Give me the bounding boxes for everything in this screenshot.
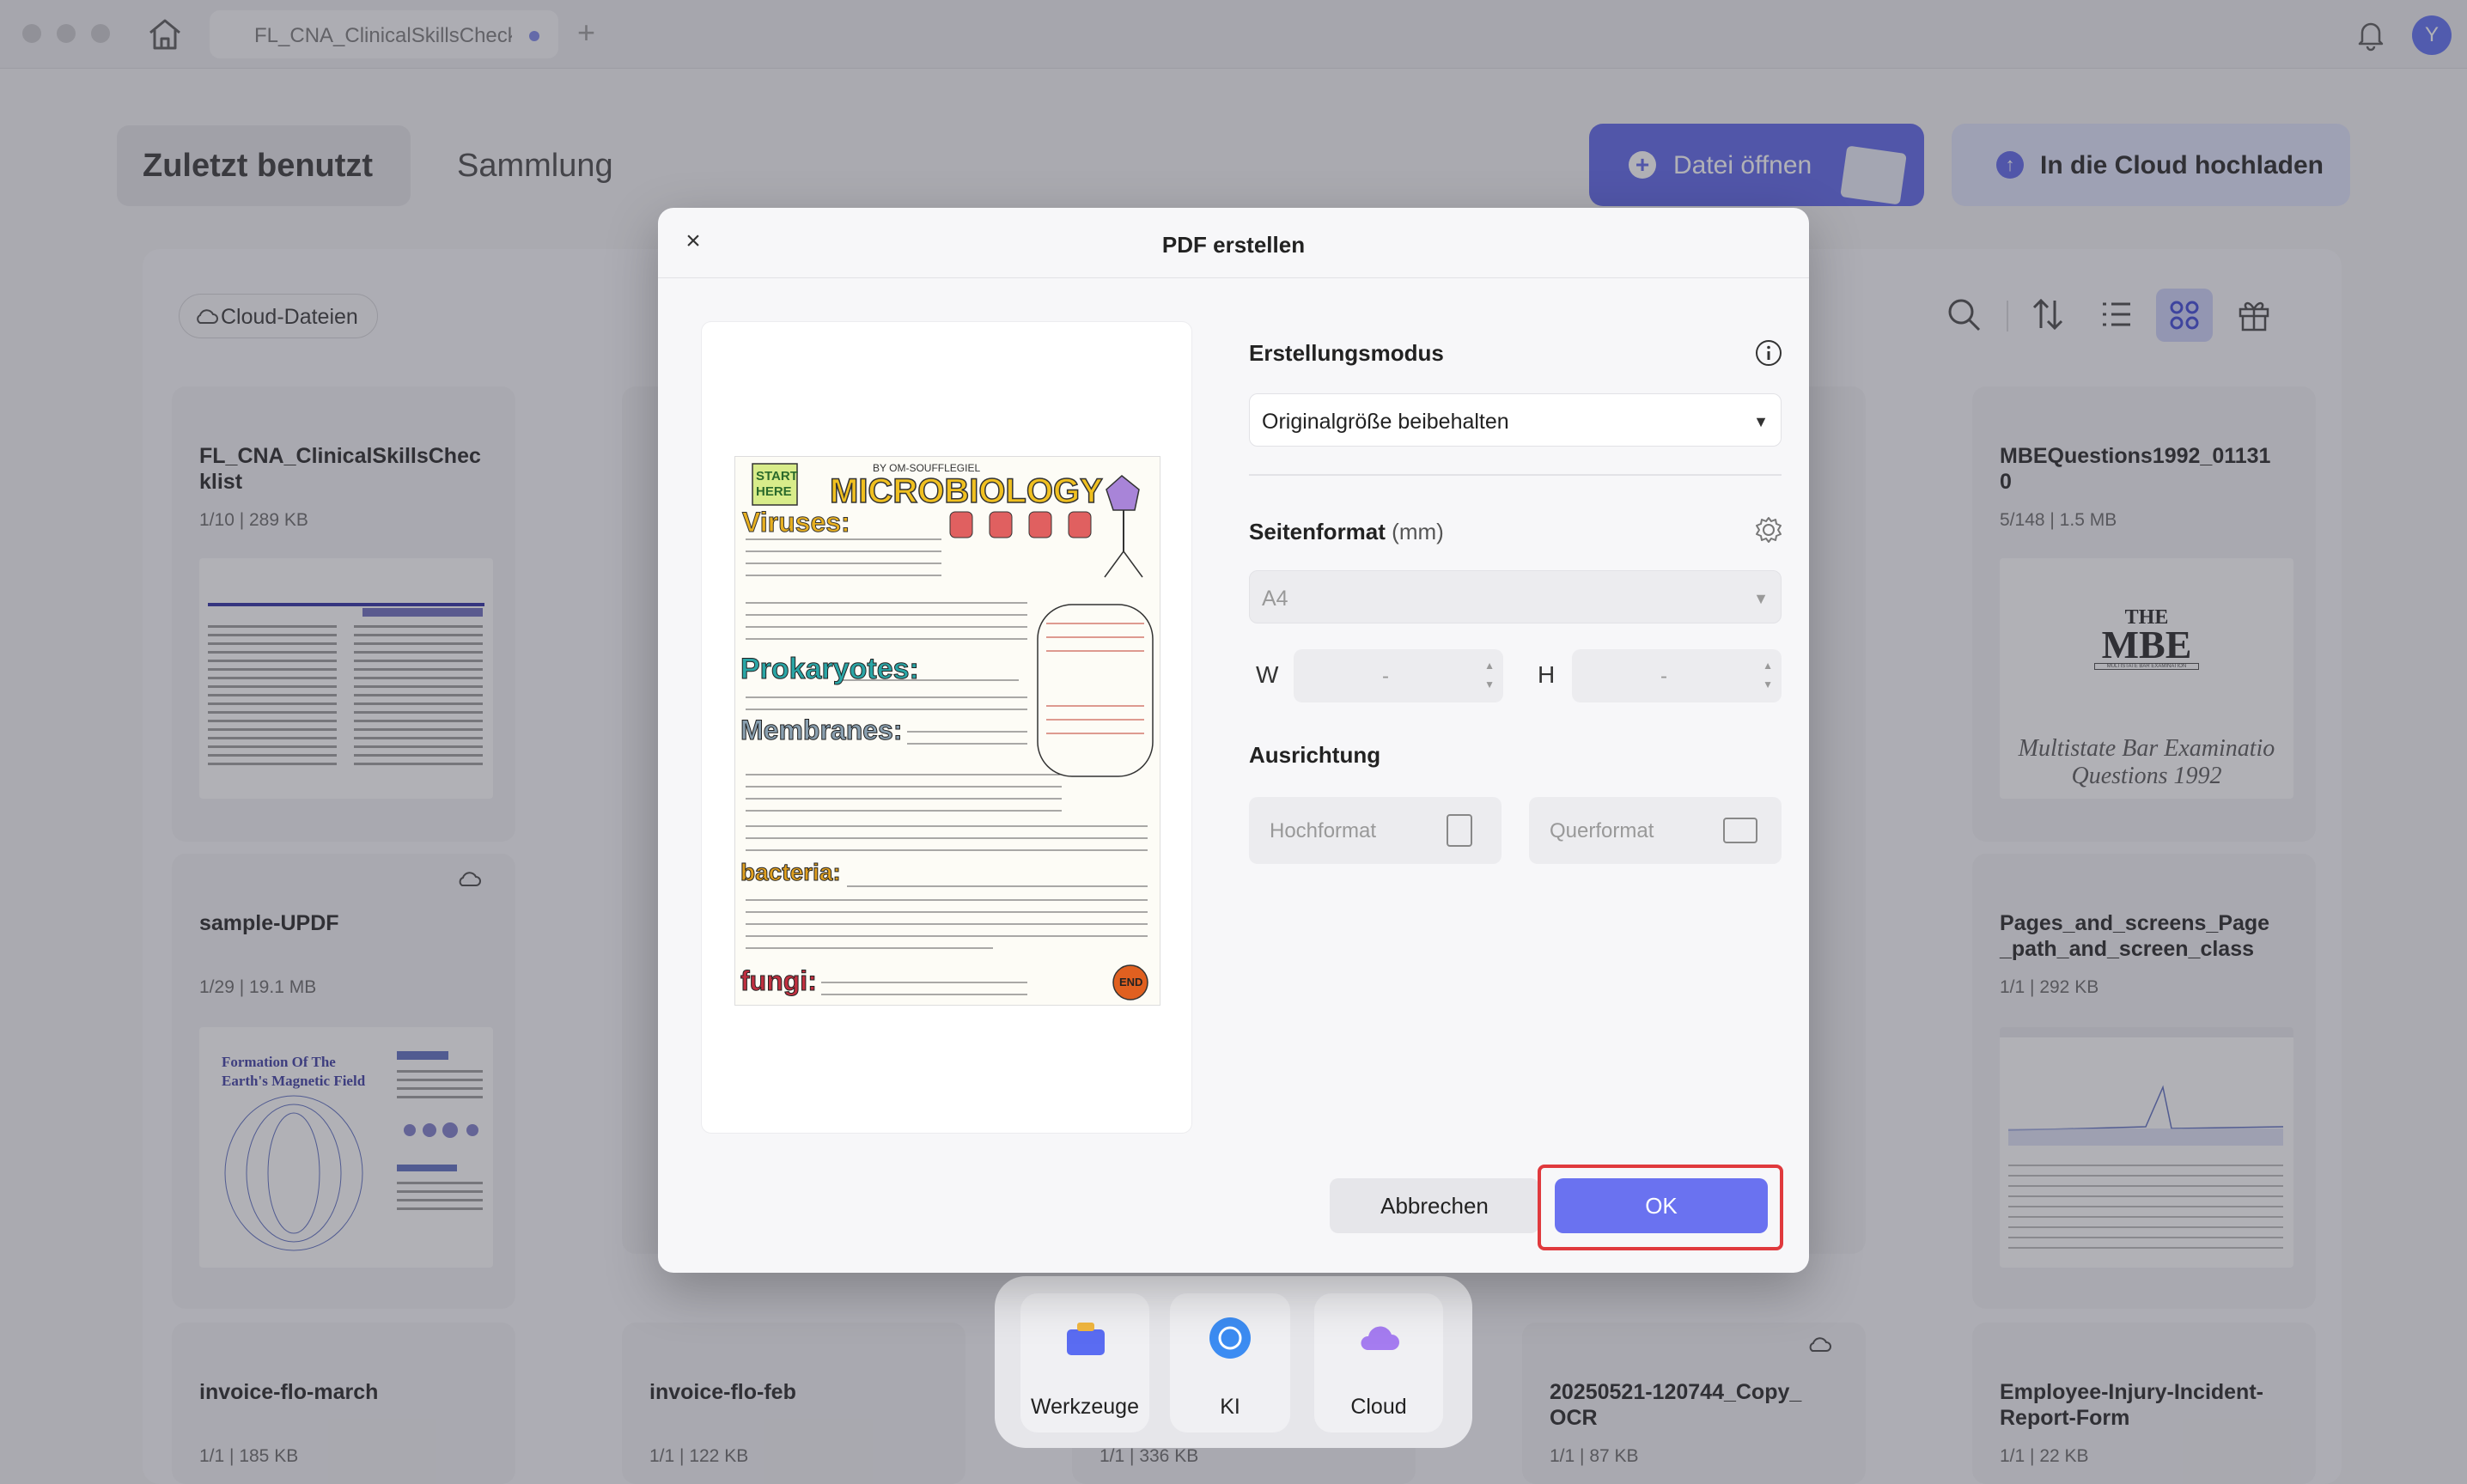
decrement-icon[interactable]: ▼ [1484,678,1495,690]
width-stepper[interactable]: - ▲ ▼ [1294,649,1503,702]
preview-start-badge: START HERE [756,469,798,499]
height-stepper[interactable]: - ▲ ▼ [1572,649,1782,702]
increment-icon[interactable]: ▲ [1484,660,1495,672]
preview-membranes: Membranes: [740,715,903,746]
creation-mode-label: Erstellungsmodus [1249,340,1444,366]
preview-viruses: Viruses: [742,507,851,538]
portrait-label: Hochformat [1270,819,1377,842]
width-value: - [1382,665,1389,688]
gear-icon[interactable] [1754,515,1783,544]
dock-cloud-label: Cloud [1350,1395,1407,1419]
info-icon[interactable] [1754,338,1783,368]
height-value: - [1660,665,1667,688]
dock-ai-label: KI [1220,1395,1240,1419]
landscape-label: Querformat [1550,819,1654,842]
chevron-down-icon: ▼ [1753,590,1769,607]
chevron-down-icon: ▼ [1753,413,1769,430]
create-pdf-dialog: PDF erstellen × START HERE BY OM-SOUFFLE… [658,208,1809,1273]
landscape-page-icon [1723,818,1757,843]
page-format-select[interactable]: A4 ▼ [1249,570,1782,623]
preview-bacteria: bacteria: [740,859,842,886]
creation-mode-value: Originalgröße beibehalten [1262,410,1509,434]
dock-tools-label: Werkzeuge [1031,1395,1139,1419]
preview-fungi: fungi: [740,965,818,997]
decrement-icon[interactable]: ▼ [1763,678,1773,690]
dock-ai[interactable]: KI [1170,1293,1290,1432]
cancel-button[interactable]: Abbrechen [1330,1178,1539,1233]
increment-icon[interactable]: ▲ [1763,660,1773,672]
portrait-option[interactable]: Hochformat [1249,797,1502,864]
close-icon[interactable]: × [680,228,706,254]
cloud-icon [1361,1326,1399,1350]
ok-button[interactable]: OK [1555,1178,1768,1233]
preview-end-badge: END [1119,976,1143,988]
page-format-label: Seitenformat (mm) [1249,519,1444,544]
page-format-value: A4 [1262,587,1288,611]
section-divider [1249,474,1782,476]
dock-cloud[interactable]: Cloud [1314,1293,1443,1432]
orientation-label: Ausrichtung [1249,742,1381,768]
landscape-option[interactable]: Querformat [1529,797,1782,864]
dialog-header: PDF erstellen × [658,208,1809,278]
preview-panel: START HERE BY OM-SOUFFLEGIEL MICROBIOLOG… [701,321,1192,1134]
bottom-dock: Werkzeuge KI Cloud [995,1276,1472,1448]
creation-mode-select[interactable]: Originalgröße beibehalten ▼ [1249,393,1782,447]
preview-prokaryotes: Prokaryotes: [740,653,920,686]
ai-orb-icon [1209,1317,1251,1359]
toolbox-icon [1067,1323,1105,1355]
dialog-title: PDF erstellen [1161,232,1306,258]
preview-heading: MICROBIOLOGY [829,471,1103,511]
preview-page: START HERE BY OM-SOUFFLEGIEL MICROBIOLOG… [734,456,1160,1006]
width-label: W [1256,661,1279,688]
height-label: H [1538,661,1556,688]
portrait-page-icon [1447,814,1472,847]
dock-tools[interactable]: Werkzeuge [1020,1293,1149,1432]
